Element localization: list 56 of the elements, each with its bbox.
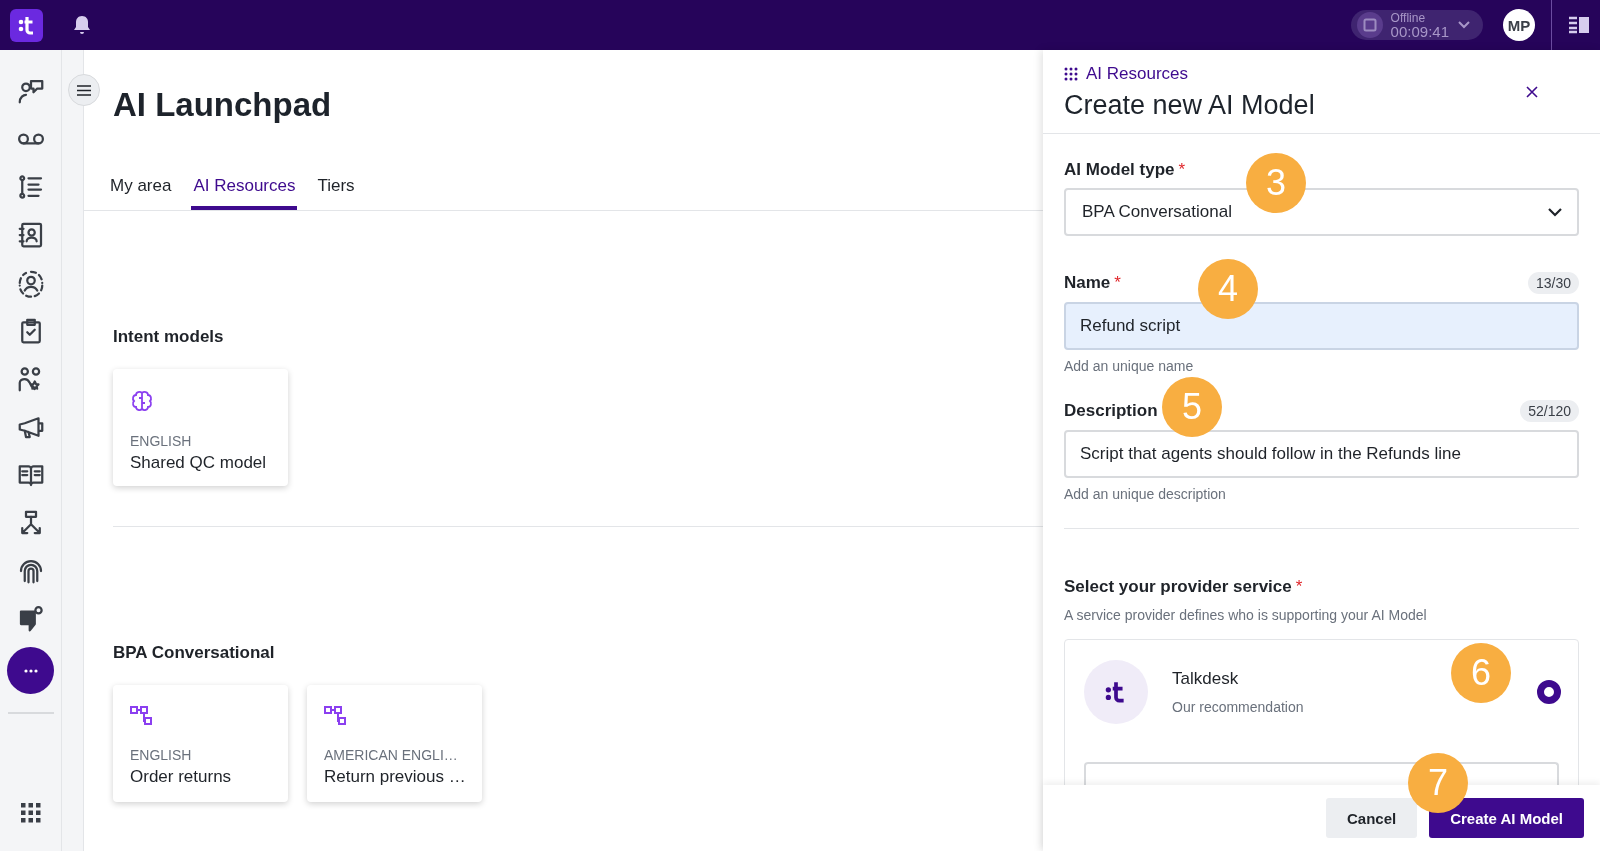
flow-nodes-icon xyxy=(324,705,348,727)
close-icon xyxy=(1526,86,1538,98)
field-hint: Add an unique name xyxy=(1064,358,1195,374)
text-field[interactable]: Refund script xyxy=(1064,302,1579,350)
character-counter: 52/120 xyxy=(1520,400,1579,422)
bell-icon[interactable] xyxy=(73,15,91,35)
more-dots-icon xyxy=(23,668,38,673)
card-language: AMERICAN ENGLI… xyxy=(324,747,459,763)
more-button[interactable] xyxy=(7,647,54,694)
card-title: Return previous … xyxy=(324,767,465,787)
field-label: Description xyxy=(1064,401,1158,420)
menu-icon xyxy=(77,84,91,96)
section-heading: Select your provider service xyxy=(1064,577,1292,596)
tab[interactable]: My area xyxy=(108,176,174,210)
chevron-down-icon xyxy=(1457,20,1471,30)
model-card[interactable]: AMERICAN ENGLI… Return previous … xyxy=(307,685,482,802)
create-button[interactable]: Create AI Model xyxy=(1429,798,1584,838)
chevron-down-icon xyxy=(1547,207,1563,217)
status-selector[interactable]: Offline 00:09:41 xyxy=(1350,10,1483,40)
model-card[interactable]: ENGLISH Order returns xyxy=(113,685,288,802)
card-title: Shared QC model xyxy=(130,453,268,473)
panel-title: Create new AI Model xyxy=(1064,90,1315,121)
card-language: ENGLISH xyxy=(130,747,193,763)
model-card[interactable]: ENGLISH Shared QC model xyxy=(113,369,288,486)
apps-grid-icon[interactable] xyxy=(20,803,41,823)
section-description: A service provider defines who is supporting your AI Model xyxy=(1064,607,1428,623)
grid-dots-icon xyxy=(1064,67,1078,81)
radio-button[interactable] xyxy=(1537,680,1561,704)
user-avatar[interactable]: MP xyxy=(1503,9,1535,41)
status-label: Offline xyxy=(1390,11,1427,24)
required-mark: * xyxy=(1178,160,1186,179)
field-hint: Add an unique description xyxy=(1064,486,1227,502)
panel-layout-icon[interactable] xyxy=(1568,16,1590,34)
text-field[interactable]: Script that agents should follow in the Refunds line xyxy=(1064,430,1579,478)
brain-icon xyxy=(130,389,154,413)
section-heading: Intent models xyxy=(113,327,225,347)
status-timer: 00:09:41 xyxy=(1390,23,1449,39)
required-mark: * xyxy=(1114,273,1121,292)
stop-icon xyxy=(1356,12,1383,38)
section-heading: BPA Conversational xyxy=(113,643,276,663)
field-label: AI Model type xyxy=(1064,160,1175,179)
card-title: Order returns xyxy=(130,767,233,787)
provider-name: Talkdesk xyxy=(1172,669,1240,689)
menu-toggle-button[interactable] xyxy=(68,74,100,106)
tab[interactable]: AI Resources xyxy=(191,176,298,210)
page-title: AI Launchpad xyxy=(113,86,333,124)
flow-nodes-icon xyxy=(130,705,154,727)
card-language: ENGLISH xyxy=(130,433,193,449)
tab[interactable]: Tiers xyxy=(315,176,357,210)
breadcrumb-link[interactable]: AI Resources xyxy=(1086,64,1189,84)
cancel-button[interactable]: Cancel xyxy=(1326,798,1418,838)
required-mark: * xyxy=(1295,577,1303,596)
character-counter: 13/30 xyxy=(1527,272,1579,294)
field-label: Name xyxy=(1064,273,1111,292)
provider-subtitle: Our recommendation xyxy=(1172,699,1304,715)
app-logo-icon[interactable] xyxy=(10,8,43,42)
